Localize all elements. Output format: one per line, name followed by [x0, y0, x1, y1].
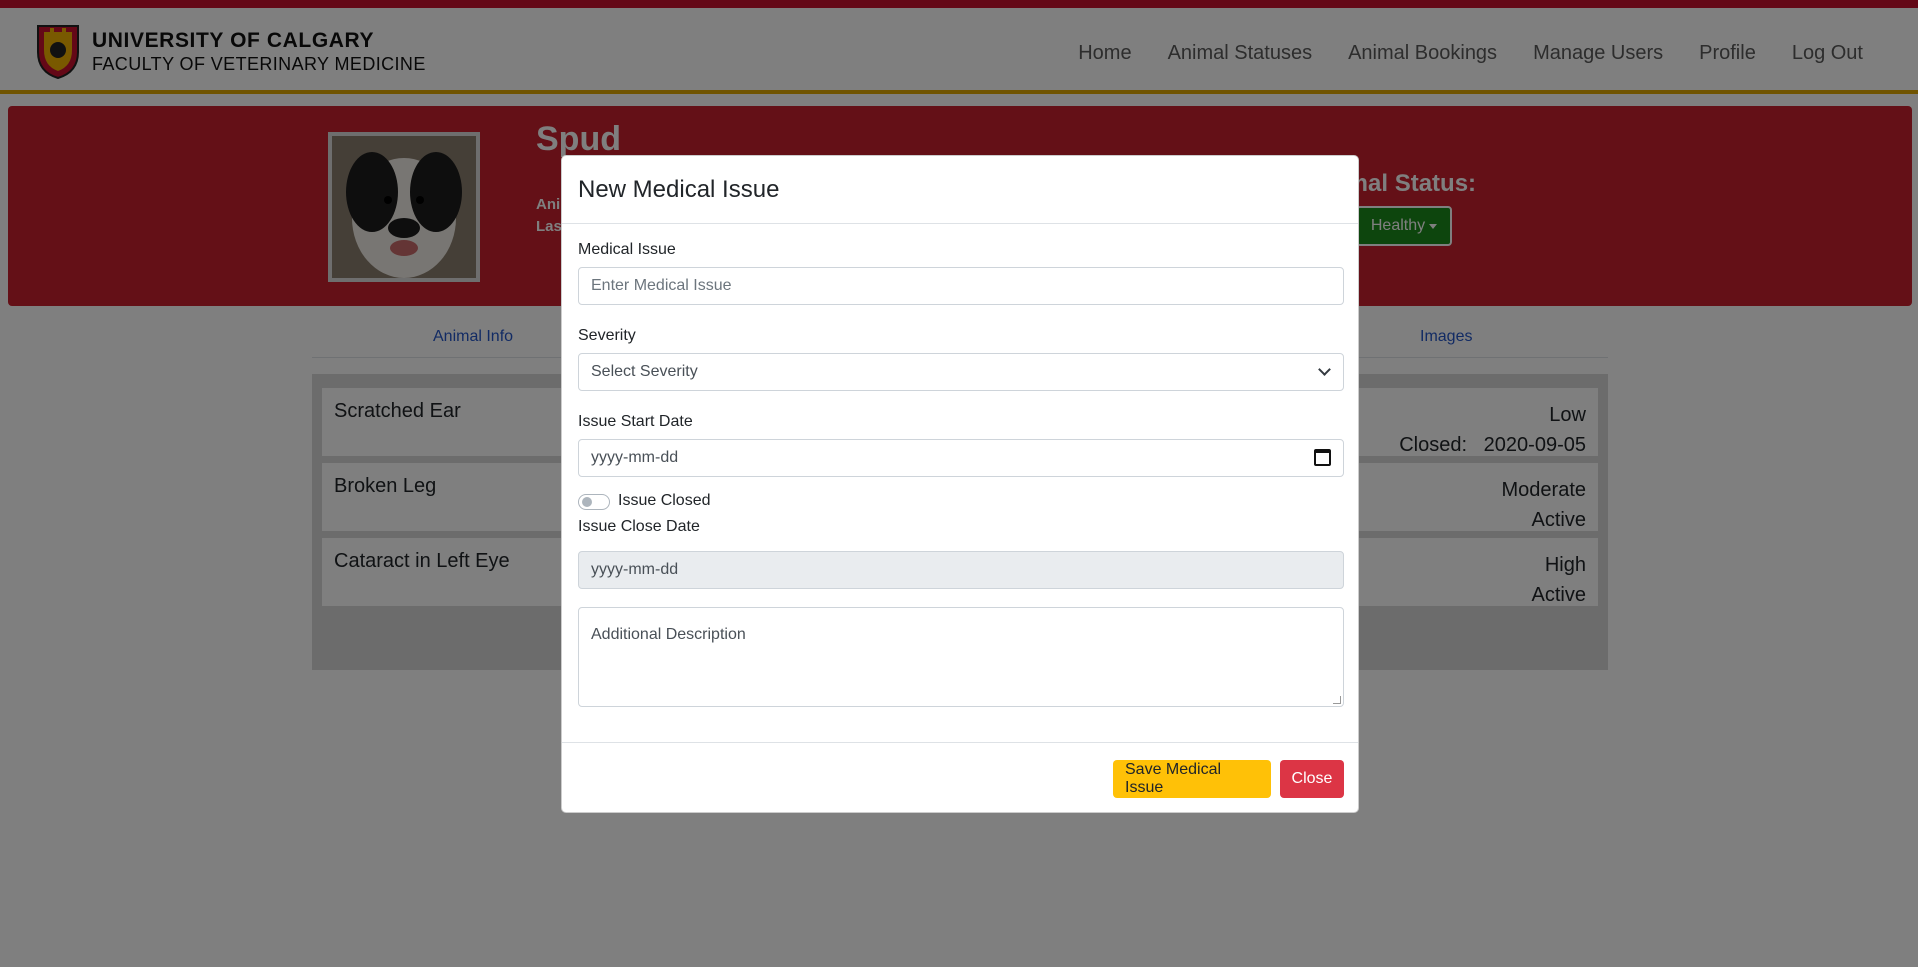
additional-description-textarea[interactable]: Additional Description — [578, 607, 1344, 707]
severity-selected-value: Select Severity — [591, 363, 698, 380]
resize-handle-icon[interactable] — [1333, 696, 1341, 704]
modal-footer: Save Medical Issue Close — [562, 742, 1358, 812]
modal-header: New Medical Issue — [562, 156, 1358, 224]
medical-issue-input[interactable]: Enter Medical Issue — [578, 267, 1344, 305]
description-placeholder: Additional Description — [591, 626, 746, 643]
new-medical-issue-modal: New Medical Issue Medical Issue Enter Me… — [561, 155, 1359, 813]
close-date-value: yyyy-mm-dd — [591, 561, 679, 578]
chevron-down-icon — [1318, 363, 1331, 376]
calendar-icon[interactable] — [1314, 449, 1331, 466]
issue-closed-toggle[interactable] — [578, 494, 610, 510]
modal-title: New Medical Issue — [578, 176, 780, 203]
start-date-label: Issue Start Date — [578, 413, 693, 430]
close-date-label: Issue Close Date — [578, 518, 700, 535]
close-button[interactable]: Close — [1280, 760, 1344, 798]
close-date-input: yyyy-mm-dd — [578, 551, 1344, 589]
medical-issue-label: Medical Issue — [578, 241, 676, 258]
severity-select[interactable]: Select Severity — [578, 353, 1344, 391]
toggle-knob — [582, 497, 592, 507]
medical-issue-placeholder: Enter Medical Issue — [591, 277, 732, 294]
severity-label: Severity — [578, 327, 636, 344]
start-date-value: yyyy-mm-dd — [591, 449, 679, 466]
start-date-input[interactable]: yyyy-mm-dd — [578, 439, 1344, 477]
save-medical-issue-button[interactable]: Save Medical Issue — [1113, 760, 1271, 798]
issue-closed-label: Issue Closed — [618, 492, 711, 509]
